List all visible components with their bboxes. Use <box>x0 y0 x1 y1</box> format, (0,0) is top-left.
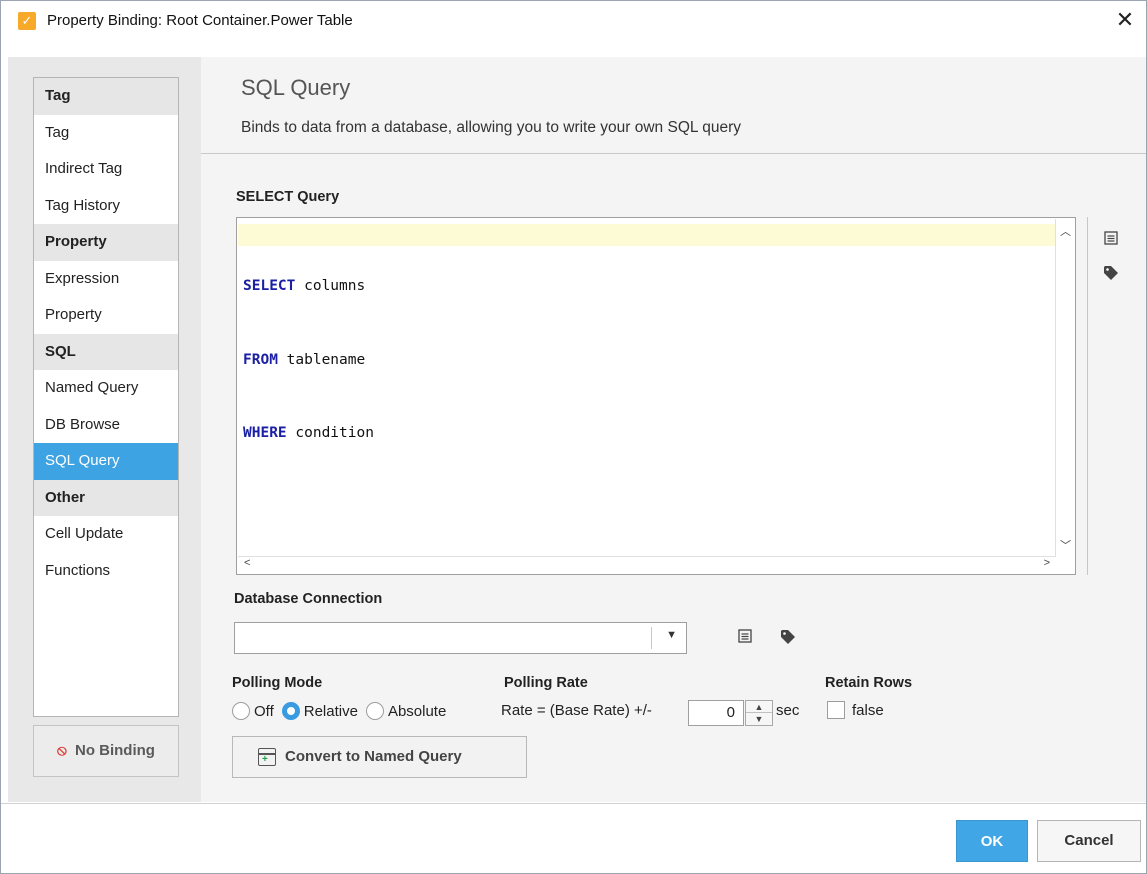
radio-off[interactable] <box>232 702 250 720</box>
select-query-label: SELECT Query <box>236 189 340 205</box>
sidebar-item-tag-history[interactable]: Tag History <box>34 188 178 225</box>
sql-keyword: WHERE <box>243 425 287 441</box>
list-icon[interactable] <box>1102 231 1120 249</box>
group-header-tag: Tag <box>34 78 178 115</box>
property-binding-dialog: ✓ Property Binding: Root Container.Power… <box>0 0 1147 874</box>
named-query-icon: + <box>258 748 276 766</box>
no-binding-label: No Binding <box>74 742 155 759</box>
db-list-icon[interactable] <box>736 629 754 647</box>
no-binding-button[interactable]: ⦸ No Binding <box>33 725 179 777</box>
sql-keyword: FROM <box>243 351 278 368</box>
horizontal-scrollbar[interactable]: < > <box>238 556 1056 573</box>
title-bar: ✓ Property Binding: Root Container.Power… <box>1 1 1146 41</box>
convert-to-named-query-button[interactable]: + Convert to Named Query <box>232 736 527 778</box>
polling-mode-group: Off Relative Absolute <box>232 700 454 722</box>
rate-formula-label: Rate = (Base Rate) +/- <box>501 702 652 719</box>
dialog-footer: OK Cancel <box>1 803 1146 873</box>
sql-text: tablename <box>277 351 366 368</box>
vertical-scrollbar[interactable]: ︿ ﹀ <box>1055 219 1074 557</box>
binding-type-list: Tag Tag Indirect Tag Tag History Propert… <box>33 77 179 717</box>
database-connection-select[interactable]: ▼ <box>234 622 687 654</box>
convert-button-label: Convert to Named Query <box>285 748 462 765</box>
page-description: Binds to data from a database, allowing … <box>241 119 742 136</box>
group-header-property: Property <box>34 224 178 261</box>
increment-icon[interactable]: ▲ <box>746 701 772 713</box>
sql-query-editor[interactable]: SELECT columns FROM tablename WHERE cond… <box>236 217 1076 575</box>
radio-absolute[interactable] <box>365 702 384 720</box>
scroll-down-icon[interactable]: ﹀ <box>1056 537 1075 553</box>
sidebar-item-db-browse[interactable]: DB Browse <box>34 407 178 444</box>
radio-relative[interactable] <box>281 702 300 720</box>
sidebar-item-cell-update[interactable]: Cell Update <box>34 516 178 553</box>
sidebar-item-property[interactable]: Property <box>34 297 178 334</box>
panel-header: SQL Query Binds to data from a database,… <box>201 57 1146 153</box>
code-line: WHERE condition <box>243 421 374 446</box>
sidebar-item-tag[interactable]: Tag <box>34 115 178 152</box>
window-title: Property Binding: Root Container.Power T… <box>47 12 353 29</box>
retain-rows-value: false <box>852 702 884 719</box>
tag-icon[interactable] <box>1102 265 1120 283</box>
no-entry-icon: ⦸ <box>57 742 67 759</box>
rate-stepper[interactable]: ▲ ▼ <box>745 700 773 726</box>
group-header-other: Other <box>34 479 178 516</box>
page-title: SQL Query <box>241 75 351 100</box>
polling-rate-label: Polling Rate <box>504 675 588 691</box>
code-line: SELECT columns <box>243 274 374 299</box>
scroll-right-icon[interactable]: > <box>1044 557 1050 569</box>
radio-absolute-label[interactable]: Absolute <box>388 703 446 720</box>
dialog-body: Tag Tag Indirect Tag Tag History Propert… <box>8 57 1146 802</box>
sql-keyword: SELECT <box>243 278 296 294</box>
editor-tools <box>1087 217 1133 575</box>
query-code: SELECT columns FROM tablename WHERE cond… <box>243 225 374 495</box>
sidebar-item-named-query[interactable]: Named Query <box>34 370 178 407</box>
sidebar-item-expression[interactable]: Expression <box>34 261 178 298</box>
select-divider <box>651 627 652 649</box>
db-tag-icon[interactable] <box>779 629 797 647</box>
chevron-down-icon[interactable]: ▼ <box>666 629 677 641</box>
close-button[interactable]: ✕ <box>1110 7 1140 35</box>
scroll-up-icon[interactable]: ︿ <box>1056 223 1075 239</box>
sidebar-item-sql-query[interactable]: SQL Query <box>34 443 178 480</box>
polling-mode-label: Polling Mode <box>232 675 323 691</box>
sql-text: condition <box>286 425 374 441</box>
radio-off-label[interactable]: Off <box>254 703 274 720</box>
code-line: FROM tablename <box>243 348 374 373</box>
database-connection-label: Database Connection <box>234 591 383 607</box>
cancel-button[interactable]: Cancel <box>1037 820 1141 862</box>
ok-button[interactable]: OK <box>956 820 1028 862</box>
binding-type-panel: Tag Tag Indirect Tag Tag History Propert… <box>8 57 200 802</box>
decrement-icon[interactable]: ▼ <box>746 713 772 725</box>
retain-rows-checkbox[interactable] <box>827 701 845 719</box>
binding-config-panel: SQL Query Binds to data from a database,… <box>201 57 1146 802</box>
header-divider <box>201 153 1146 154</box>
app-icon: ✓ <box>18 12 36 30</box>
group-header-sql: SQL <box>34 333 178 370</box>
sidebar-item-indirect-tag[interactable]: Indirect Tag <box>34 151 178 188</box>
retain-rows-label: Retain Rows <box>825 675 913 691</box>
sidebar-item-functions[interactable]: Functions <box>34 553 178 590</box>
scroll-left-icon[interactable]: < <box>244 557 250 569</box>
radio-relative-label[interactable]: Relative <box>304 703 358 720</box>
sql-text: columns <box>295 278 366 294</box>
rate-unit: sec <box>776 702 800 719</box>
rate-input[interactable]: 0 <box>688 700 744 726</box>
